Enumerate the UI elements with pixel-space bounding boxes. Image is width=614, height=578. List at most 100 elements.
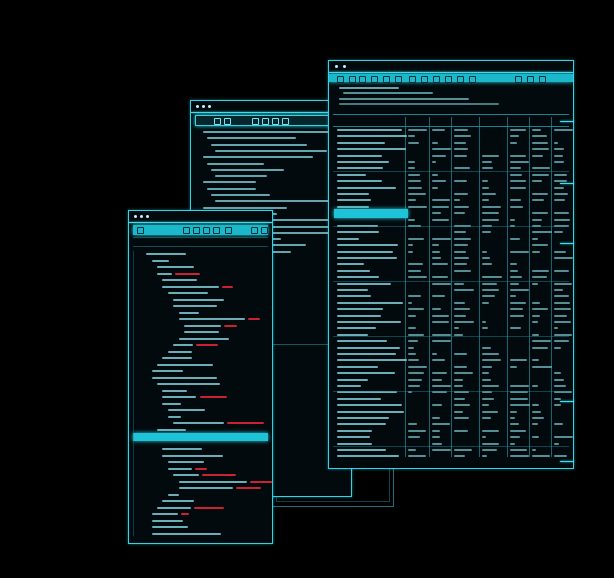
text-line [482,180,488,183]
text-line [408,423,417,426]
text-line [151,376,218,379]
window-dot-icon[interactable] [134,215,137,218]
toolbar-icon[interactable] [214,118,221,125]
text-line [211,168,284,171]
window-dot-icon[interactable] [196,105,199,108]
toolbar-icon[interactable] [203,227,210,234]
toolbar-icon[interactable] [193,227,200,234]
text-line [482,218,499,221]
text-line [408,205,428,208]
toolbar-icon[interactable] [213,227,220,234]
window-dot-icon[interactable] [343,65,346,68]
text-line [337,173,367,176]
toolbar-icon[interactable] [383,76,390,83]
text-line [432,173,439,176]
toolbar-icon[interactable] [282,118,289,125]
text-line [554,148,565,151]
selected-row[interactable] [334,209,408,218]
window-dot-icon[interactable] [208,105,211,108]
text-line [236,487,262,489]
text-line [454,314,466,317]
window-dot-icon[interactable] [140,215,143,218]
text-line [454,410,463,413]
toolbar-icon[interactable] [337,76,344,83]
highlighted-code-line[interactable] [133,433,268,441]
text-line [337,397,382,400]
text-line [532,449,537,451]
text-line [482,404,489,407]
toolbar-icon[interactable] [433,76,440,83]
toolbar-icon[interactable] [349,76,356,83]
toolbar-icon[interactable] [515,76,522,83]
text-line [554,404,561,407]
toolbar-icon[interactable] [261,227,268,234]
toolbar-icon[interactable] [262,118,269,125]
text-line [337,193,370,195]
text-line [167,493,180,496]
text-line [432,295,446,298]
text-line [482,346,492,349]
text-line [337,346,401,349]
window-dot-icon[interactable] [202,105,205,108]
toolbar-icon[interactable] [224,118,231,125]
text-line [408,308,424,311]
toolbar-icon[interactable] [445,76,452,83]
text-line [554,129,573,131]
toolbar-icon[interactable] [252,118,259,125]
text-line [202,474,237,476]
text-line [178,318,245,320]
text-line [337,250,394,253]
text-line [454,257,469,259]
text-line [554,340,569,343]
text-line [532,346,548,349]
toolbar-icon[interactable] [469,76,476,83]
toolbar-icon[interactable] [539,76,546,83]
text-line [162,500,194,502]
text-line [337,327,376,330]
text-line [162,279,198,281]
column-divider [429,117,430,457]
text-line [203,156,313,159]
text-line [162,389,187,392]
text-line [408,276,428,279]
toolbar-icon[interactable] [457,76,464,83]
text-line [432,423,451,426]
text-line [454,308,470,311]
toolbar-icon[interactable] [183,227,190,234]
toolbar-icon[interactable] [359,76,366,83]
window-dot-icon[interactable] [335,65,338,68]
text-line [151,519,184,522]
text-line [157,506,191,509]
text-line [554,269,570,272]
text-line [454,301,465,304]
text-line [510,365,518,368]
toolbar-icon[interactable] [395,76,402,83]
toolbar-icon[interactable] [137,227,144,234]
toolbar-icon[interactable] [251,227,258,234]
toolbar-icon[interactable] [527,76,534,83]
text-line [482,231,492,234]
text-line [554,282,573,285]
window-dot-icon[interactable] [146,215,149,218]
text-line [167,292,208,294]
text-line [215,200,342,203]
text-line [482,436,487,439]
text-line [532,250,540,253]
toolbar-icon[interactable] [409,76,416,83]
toolbar-icon[interactable] [272,118,279,125]
column-divider [529,117,530,457]
text-line [554,397,561,400]
text-line [178,480,247,483]
text-line [482,449,498,451]
text-line [337,289,369,291]
toolbar-icon[interactable] [421,76,428,83]
text-line [211,143,308,146]
toolbar-icon[interactable] [225,227,232,234]
text-line [532,404,539,407]
text-line [510,417,515,419]
titlebar-divider [129,222,272,223]
text-line [408,218,415,221]
text-line [482,257,491,259]
toolbar-icon[interactable] [371,76,378,83]
text-line [193,506,224,509]
